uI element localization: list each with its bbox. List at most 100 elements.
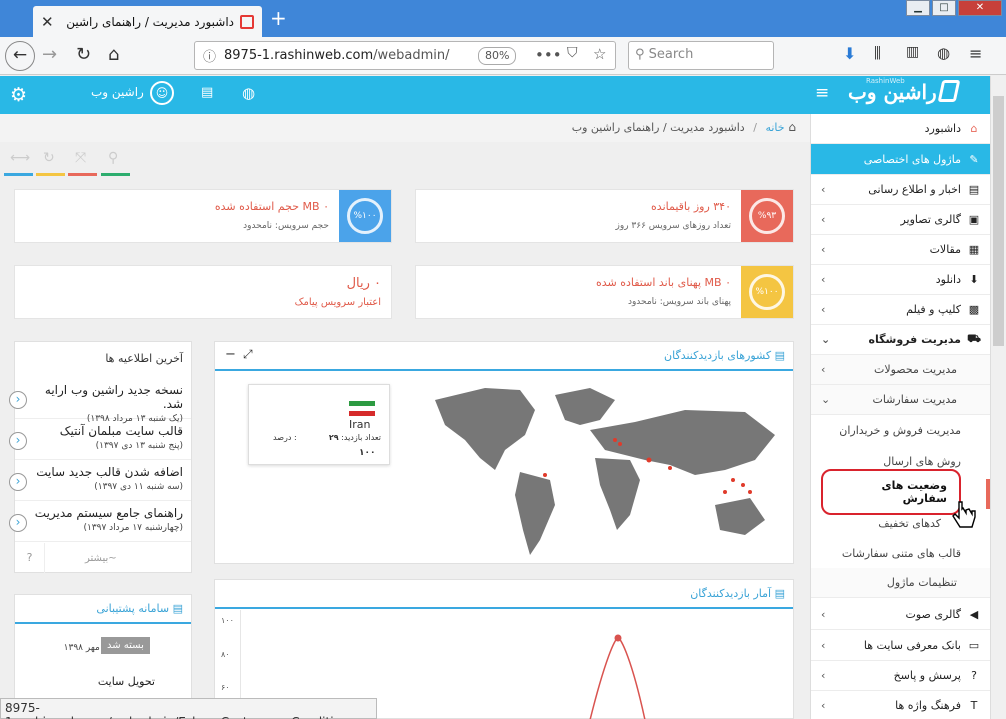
film-icon: ▩ <box>968 303 980 316</box>
new-tab-icon[interactable]: + <box>270 6 287 30</box>
library-icon[interactable]: ⫼ <box>874 44 881 62</box>
tool-underline-green <box>101 173 130 176</box>
sidebar-item-module-settings[interactable]: تنظیمات ماژول <box>811 568 991 598</box>
sidebar-item-gallery[interactable]: ▣ گالری تصاویر › <box>811 205 991 235</box>
australia-shape <box>715 498 765 535</box>
scrollbar[interactable] <box>990 76 1006 719</box>
sidebar-item-shop[interactable]: ⛟ مدیریت فروشگاه ⌄ <box>811 325 991 355</box>
chevron-left-icon[interactable]: ‹ <box>9 473 27 491</box>
back-icon[interactable]: ← <box>5 41 35 71</box>
download-icon: ⬇ <box>969 273 979 286</box>
cart-icon: ⛟ <box>967 332 981 345</box>
news-item[interactable]: قالب سایت مبلمان آنتیک (پنج شنبه ١٣ دی ١٣… <box>9 420 191 460</box>
breadcrumb-home[interactable]: خانه <box>765 121 784 134</box>
panel-header: ▤ سامانه پشتیبانی <box>15 595 191 624</box>
browser-search-input[interactable]: ⚲ Search <box>628 41 774 70</box>
close-window-icon[interactable]: ✕ <box>958 0 1002 16</box>
settings-gear-icon[interactable]: ⚙ <box>10 84 27 106</box>
hamburger-menu-icon[interactable]: ≡ <box>815 83 829 103</box>
pocket-icon[interactable]: ⛉ <box>567 45 578 61</box>
maximize-icon[interactable]: □ <box>932 0 956 16</box>
scrollbar-thumb[interactable] <box>993 96 1004 346</box>
site-favicon-icon <box>240 14 254 29</box>
minimize-panel-icon[interactable]: − <box>225 347 236 362</box>
stat-card-bandwidth: ١٠٠% ٠ MB پهنای باند استفاده شده پهنای ب… <box>415 265 794 319</box>
news-title: آخرین اطلاعیه ها <box>105 352 183 365</box>
home-icon[interactable]: ⌂ <box>108 44 119 65</box>
y-tick: ٨٠ <box>221 650 230 659</box>
refresh-icon[interactable]: ↻ <box>43 150 55 166</box>
news-panel: آخرین اطلاعیه ها نسخه جدید راشین وب ارای… <box>9 341 192 573</box>
zoom-level[interactable]: 80% <box>478 47 517 65</box>
chevron-left-icon[interactable]: ‹ <box>9 391 27 409</box>
world-map[interactable] <box>425 380 785 560</box>
sidebar-item-customers[interactable]: مدیریت فروش و خریداران <box>811 415 991 445</box>
sidebar-item-products[interactable]: مدیریت محصولات › <box>811 355 991 385</box>
ticket-title[interactable]: تحویل سایت <box>98 675 155 688</box>
panel-header: ▤ کشورهای بازدیدکنندگان − ⤢ <box>215 342 793 371</box>
breadcrumb-home-icon[interactable]: ⌂ <box>785 120 796 134</box>
sidebar-item-faq[interactable]: ? پرسش و پاسخ › <box>811 661 991 691</box>
expand-panel-icon[interactable]: ⤢ <box>243 347 253 362</box>
chevron-icon: › <box>821 669 826 682</box>
north-america-shape <box>435 388 535 470</box>
site-globe-icon[interactable]: ◍ <box>242 84 255 102</box>
logo-subtitle: RashinWeb <box>866 77 905 85</box>
user-avatar-icon[interactable]: ☺ <box>150 81 174 105</box>
minimize-icon[interactable]: ▁ <box>906 0 930 16</box>
url-bar[interactable]: ⓘ 8975-1.rashinweb.com /webadmin/ 80% ••… <box>194 41 616 70</box>
more-actions-icon[interactable]: ••• <box>535 46 562 64</box>
close-tab-icon[interactable]: ✕ <box>41 13 54 31</box>
stat-icon-bg: ١٠٠% <box>741 266 793 318</box>
menu-icon[interactable]: ≡ <box>969 44 982 63</box>
sidebar-toggle-icon[interactable]: ▥ <box>906 44 919 60</box>
hand-cursor-icon <box>952 501 976 528</box>
chevron-left-icon[interactable]: ‹ <box>9 432 27 450</box>
news-item[interactable]: نسخه جدید راشین وب ارایه شد. (یک شنبه ١٣ … <box>9 379 191 424</box>
forward-icon[interactable]: → <box>42 44 57 65</box>
info-icon[interactable]: ⓘ <box>203 46 216 65</box>
sidebar-item-orders[interactable]: مدیریت سفارشات ⌄ <box>811 385 991 415</box>
sidebar-item-sites-bank[interactable]: ▭ بانک معرفی سایت ها › <box>811 631 991 661</box>
globe-icon[interactable]: ◍ <box>937 44 950 62</box>
sidebar-item-custom-modules[interactable]: ✎ ماژول های اختصاصی <box>811 144 991 175</box>
more-link[interactable]: بیشتر~ <box>85 553 117 564</box>
chevron-icon: › <box>821 183 826 196</box>
sidebar-item-download[interactable]: ⬇ دانلود › <box>811 265 991 295</box>
sidebar-item-news[interactable]: ▤ اخبار و اطلاع رسانی › <box>811 175 991 205</box>
server-icon[interactable]: ▤ <box>201 85 213 100</box>
download-icon[interactable]: ⬇ <box>843 44 856 63</box>
monitor-icon: ▭ <box>968 639 980 652</box>
stat-icon-bg: ١٠٠% <box>339 190 391 242</box>
sidebar-item-glossary[interactable]: T فرهنگ واژه ها › <box>811 691 991 719</box>
progress-ring-icon: ١٠٠% <box>347 198 383 234</box>
stat-title: ٠ MB پهنای باند استفاده شده <box>595 276 731 289</box>
chevron-icon: › <box>821 243 826 256</box>
help-icon[interactable]: ? <box>15 543 45 573</box>
image-icon: ▣ <box>968 213 980 226</box>
chevron-left-icon[interactable]: ‹ <box>9 514 27 532</box>
chevron-icon: › <box>821 699 826 712</box>
sidebar-item-articles[interactable]: ▦ مقالات › <box>811 235 991 265</box>
reload-icon[interactable]: ↻ <box>76 44 91 65</box>
home-icon: ⌂ <box>970 122 978 135</box>
sidebar-item-dashboard[interactable]: ⌂ داشبورد <box>811 114 991 144</box>
south-america-shape <box>515 472 555 555</box>
browser-tab[interactable]: داشبورد مدیریت / راهنمای راشین و... ✕ <box>33 6 262 37</box>
stat-card-storage: ١٠٠% ٠ MB حجم استفاده شده حجم سرویس: نام… <box>14 189 392 243</box>
visits-point <box>614 634 622 642</box>
link-icon[interactable]: ⚲ <box>108 150 118 166</box>
arrows-icon[interactable]: ⟷ <box>10 150 30 166</box>
bookmark-star-icon[interactable]: ☆ <box>593 45 606 63</box>
url-path: /webadmin/ <box>373 48 450 63</box>
user-name[interactable]: راشین وب <box>91 85 144 99</box>
news-item[interactable]: اضافه شدن قالب جدید سایت (سه شنبه ١١ دی ١… <box>9 461 191 501</box>
sidebar-item-audio[interactable]: ◀ گالری صوت › <box>811 600 991 630</box>
sidebar-item-order-templates[interactable]: قالب های متنی سفارشات <box>811 538 991 568</box>
news-item[interactable]: راهنمای جامع سیستم مدیریت (چهارشنبه ١٧ مر… <box>9 502 191 542</box>
search-icon: ⚲ <box>635 47 649 62</box>
expand-icon[interactable]: ⤧ <box>75 150 86 166</box>
stat-sub: پهنای باند سرویس: نامحدود <box>627 297 731 307</box>
tool-underline-yellow <box>36 173 65 176</box>
sidebar-item-film[interactable]: ▩ کلیپ و فیلم › <box>811 295 991 325</box>
